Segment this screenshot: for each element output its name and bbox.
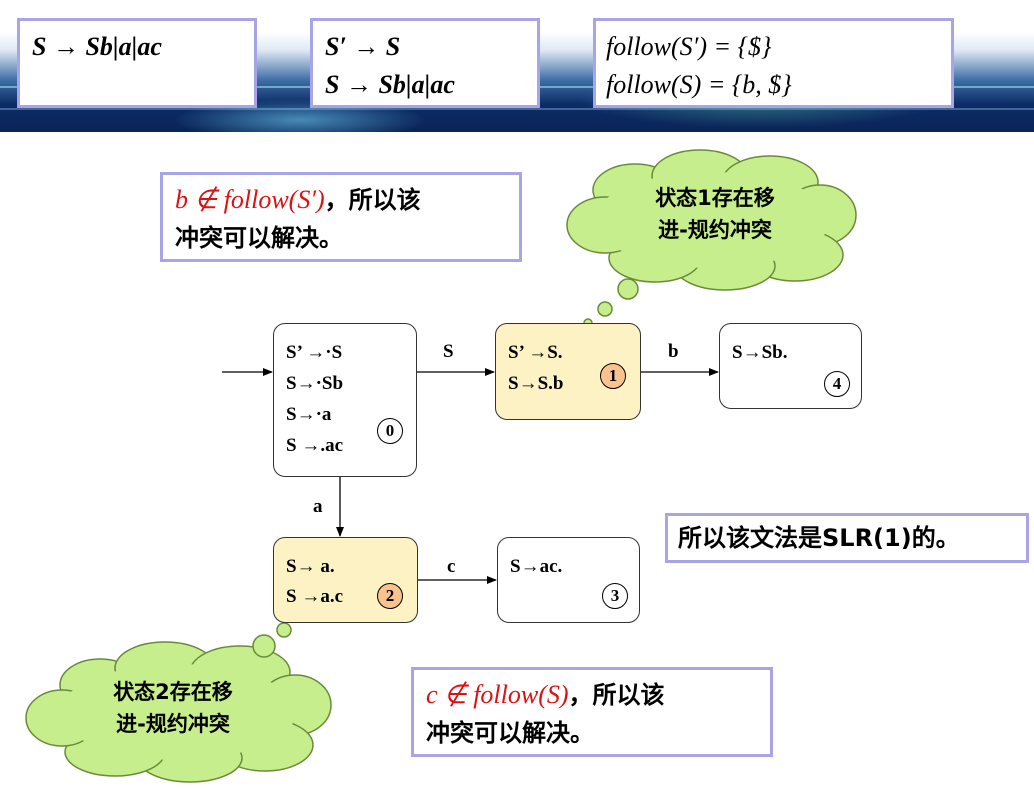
state-number: 1: [600, 363, 626, 389]
cloud-line: 进-规约冲突: [658, 218, 772, 242]
state-item: S→S.b: [508, 373, 564, 394]
edge-label-0-1: S: [443, 341, 454, 362]
state-1: S’ →S. S→S.b 1: [495, 323, 641, 420]
state-2: S→ a. S →a.c 2: [273, 537, 418, 623]
state-item: S →a.c: [286, 586, 343, 607]
state-0: S’ →·S S→·Sb S→·a S →.ac 0: [273, 323, 417, 477]
state-item: S→·Sb: [286, 373, 344, 394]
cloud-state2-text: 状态2存在移 进-规约冲突: [68, 676, 278, 740]
edge-label-1-4: b: [668, 341, 679, 362]
state-item: S’ →·S: [286, 342, 343, 363]
state-number: 0: [377, 418, 403, 444]
state-item: S→ a.: [286, 556, 335, 577]
state-item: S’ →S.: [508, 342, 563, 363]
state-3: S→ac. 3: [497, 537, 640, 623]
cloud-line: 状态2存在移: [113, 680, 233, 704]
cloud-state1-text: 状态1存在移 进-规约冲突: [620, 182, 810, 246]
edge-label-2-3: c: [447, 556, 456, 577]
state-4: S→Sb. 4: [719, 323, 862, 409]
state-item: S→ac.: [510, 556, 563, 577]
state-number: 3: [602, 583, 628, 609]
state-item: S →.ac: [286, 435, 343, 456]
cloud-line: 进-规约冲突: [116, 712, 230, 736]
state-number: 2: [377, 583, 403, 609]
edge-label-0-2: a: [313, 496, 323, 517]
state-number: 4: [824, 371, 850, 397]
state-item: S→·a: [286, 404, 332, 425]
state-item: S→Sb.: [732, 342, 788, 363]
cloud-line: 状态1存在移: [655, 186, 775, 210]
